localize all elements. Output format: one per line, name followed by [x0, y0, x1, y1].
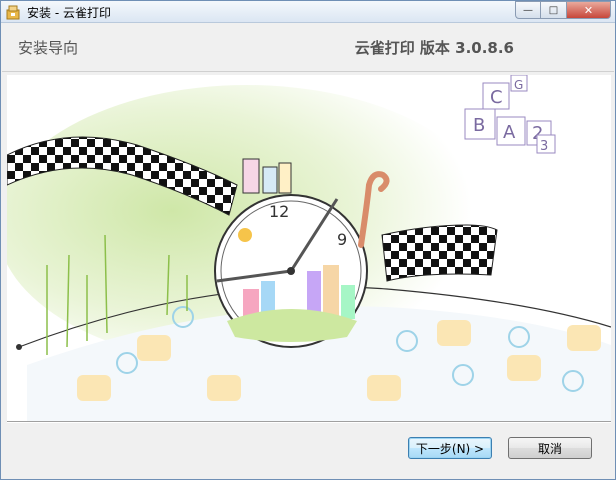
block-number-3: 3: [540, 139, 548, 154]
title-bar[interactable]: 安装 - 云雀打印 — □ ✕: [1, 1, 615, 23]
product-version: 云雀打印 版本 3.0.8.6: [354, 39, 514, 57]
installer-window: 安装 - 云雀打印 — □ ✕ 安装导向 云雀打印 版本 3.0.8.6 12 …: [0, 0, 616, 480]
close-icon: ✕: [583, 3, 594, 17]
wizard-header: 安装导向 云雀打印 版本 3.0.8.6: [2, 23, 614, 71]
installer-app-icon: [6, 5, 20, 20]
block-letter-c: C: [490, 87, 503, 108]
window-title: 安装 - 云雀打印: [27, 6, 111, 20]
close-button[interactable]: ✕: [567, 1, 611, 19]
header-divider: [2, 71, 614, 72]
illustration-svg: 12 9 B A C 2 3 G: [7, 75, 611, 421]
page-title: 安装导向: [18, 39, 79, 57]
maximize-icon: □: [548, 4, 559, 16]
next-button[interactable]: 下一步(N) >: [408, 437, 492, 459]
clock-number-12: 12: [269, 202, 289, 221]
wizard-illustration: 12 9 B A C 2 3 G: [7, 75, 611, 421]
maximize-button[interactable]: □: [541, 1, 567, 19]
cancel-button[interactable]: 取消: [508, 437, 592, 459]
sun-icon: [238, 228, 252, 242]
block-letter-b: B: [473, 115, 485, 136]
block-letter-g: G: [514, 78, 523, 92]
ground-dot: [16, 344, 22, 350]
clock-number-9: 9: [337, 230, 347, 249]
minimize-icon: —: [523, 4, 533, 16]
clock: 12 9: [214, 194, 368, 348]
checkered-ribbon-right: [381, 224, 498, 282]
footer-divider: [7, 421, 611, 423]
minimize-button[interactable]: —: [515, 1, 541, 19]
caption-buttons: — □ ✕: [515, 1, 611, 19]
block-letter-a: A: [503, 122, 516, 143]
